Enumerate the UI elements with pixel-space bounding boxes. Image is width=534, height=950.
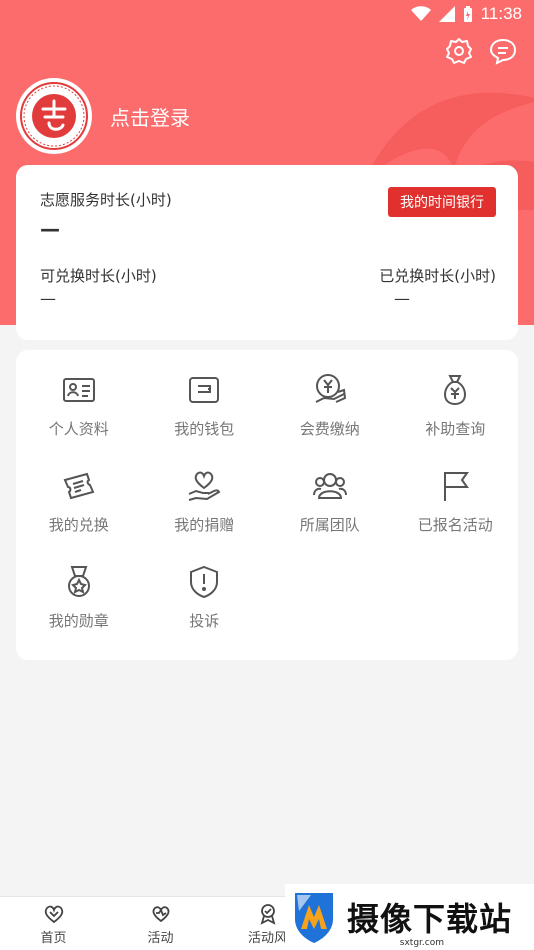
nav-label: 首页: [40, 931, 67, 946]
home-heart-icon: [44, 905, 63, 924]
menu-label: 我的钱包: [174, 420, 235, 438]
menu-item-membership-fee[interactable]: 会费缴纳: [267, 372, 393, 468]
message-icon[interactable]: [488, 36, 518, 66]
yuan-pay-icon: [315, 374, 346, 403]
site-watermark: 摄像下载站 sxtgr.com: [285, 884, 534, 950]
medal-icon: [67, 566, 90, 597]
menu-label: 补助查询: [425, 420, 486, 438]
nav-activities[interactable]: 活动: [107, 897, 214, 950]
menu-grid: 个人资料 我的钱包 会费缴纳 补助查询 我的兑换 我的捐赠 所属团队 已报名活动…: [16, 350, 518, 660]
wifi-icon: [410, 6, 431, 21]
menu-label: 所属团队: [299, 516, 360, 534]
activity-heart-icon: [152, 906, 169, 923]
menu-item-team[interactable]: 所属团队: [267, 468, 393, 564]
top-actions: [444, 36, 518, 66]
menu-label: 投诉: [189, 612, 220, 630]
money-bag-icon: [444, 375, 467, 406]
battery-icon: [463, 6, 472, 22]
watermark-url: sxtgr.com: [399, 938, 444, 948]
exchangeable-hours-label: 可兑换时长(小时): [40, 267, 157, 285]
donate-heart-icon: [188, 471, 221, 501]
team-icon: [312, 473, 347, 499]
status-time: 11:38: [480, 4, 522, 23]
profile-section[interactable]: 点击登录: [16, 78, 190, 154]
watermark-logo-icon: [295, 893, 333, 943]
volunteer-logo-icon: [20, 82, 88, 150]
menu-label: 我的兑换: [48, 516, 109, 534]
menu-item-subsidy[interactable]: 补助查询: [393, 372, 519, 468]
menu-item-registered-activities[interactable]: 已报名活动: [393, 468, 519, 564]
exchanged-hours-value: —: [394, 289, 410, 308]
signal-icon: [438, 6, 455, 22]
service-hours-label: 志愿服务时长(小时): [40, 191, 172, 209]
shield-alert-icon: [190, 565, 219, 599]
login-link[interactable]: 点击登录: [110, 102, 190, 131]
menu-label: 我的勋章: [48, 612, 109, 630]
menu-label: 已报名活动: [417, 516, 493, 534]
watermark-text: 摄像下载站: [347, 900, 513, 938]
menu-item-medals[interactable]: 我的勋章: [16, 564, 142, 660]
settings-gear-icon[interactable]: [444, 36, 474, 66]
exchangeable-hours-value: —: [40, 289, 56, 308]
menu-item-exchange[interactable]: 我的兑换: [16, 468, 142, 564]
menu-item-donation[interactable]: 我的捐赠: [142, 468, 268, 564]
menu-label: 会费缴纳: [299, 420, 360, 438]
menu-label: 我的捐赠: [174, 516, 235, 534]
avatar[interactable]: [16, 78, 92, 154]
service-time-card: 志愿服务时长(小时) — 我的时间银行 可兑换时长(小时) — 已兑换时长(小时…: [16, 165, 518, 340]
id-card-icon: [62, 378, 95, 402]
menu-item-complaint[interactable]: 投诉: [142, 564, 268, 660]
menu-label: 个人资料: [48, 420, 109, 438]
time-bank-button[interactable]: 我的时间银行: [388, 187, 496, 217]
service-hours-value: —: [40, 217, 60, 241]
flag-icon: [444, 472, 470, 501]
function-menu-card: 个人资料 我的钱包 会费缴纳 补助查询 我的兑换 我的捐赠 所属团队 已报名活动…: [16, 350, 518, 660]
status-bar: 11:38: [0, 0, 534, 28]
nav-label: 活动风: [247, 931, 287, 946]
menu-item-profile[interactable]: 个人资料: [16, 372, 142, 468]
award-icon: [260, 904, 275, 925]
nav-label: 活动: [147, 931, 174, 946]
menu-item-wallet[interactable]: 我的钱包: [142, 372, 268, 468]
wallet-icon: [189, 377, 220, 403]
nav-home[interactable]: 首页: [0, 897, 107, 950]
ticket-icon: [63, 472, 95, 500]
exchanged-hours-label: 已兑换时长(小时): [379, 267, 496, 285]
